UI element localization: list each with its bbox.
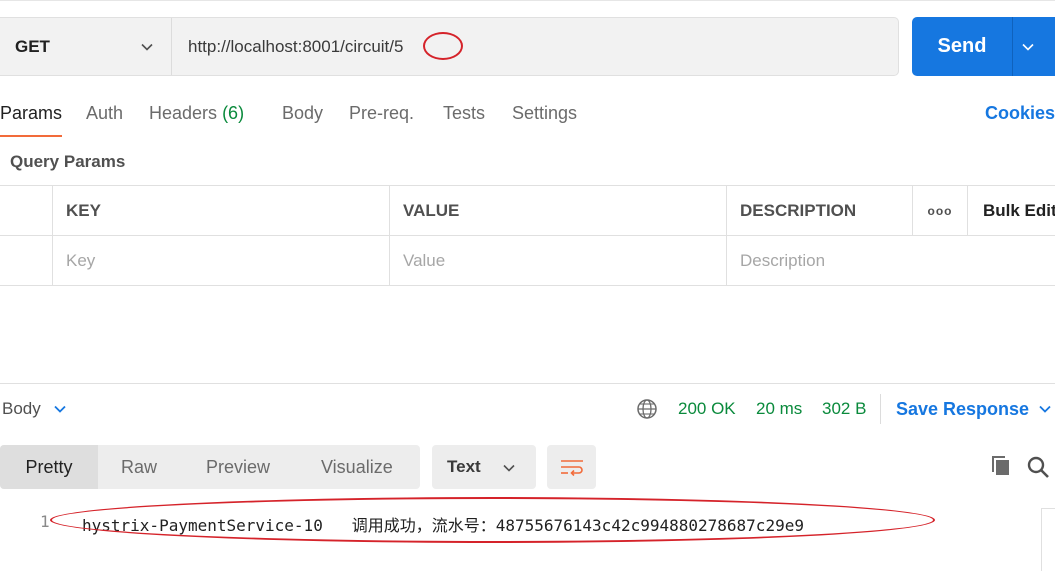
query-params-table: KEY VALUE DESCRIPTION ooo Bulk Edit Key …	[0, 185, 1055, 286]
tab-tests[interactable]: Tests	[443, 103, 485, 124]
globe-icon[interactable]	[636, 398, 658, 420]
key-input[interactable]: Key	[52, 236, 389, 286]
search-icon[interactable]	[1026, 455, 1050, 479]
tab-label: Headers	[149, 103, 218, 123]
response-time[interactable]: 20 ms	[756, 399, 802, 419]
line-number: 1	[40, 512, 50, 531]
table-header-row: KEY VALUE DESCRIPTION ooo Bulk Edit	[0, 186, 1055, 236]
chevron-down-icon	[141, 43, 153, 51]
tab-label: Settings	[512, 103, 578, 123]
ellipsis-icon: ooo	[927, 204, 953, 218]
divider	[880, 394, 881, 424]
request-bar: GET http://localhost:8001/circuit/5	[0, 17, 899, 76]
format-label: Text	[447, 457, 481, 476]
url-input[interactable]: http://localhost:8001/circuit/5	[172, 18, 898, 75]
table-row: Key Value Description	[0, 236, 1055, 286]
annotation-circle	[423, 32, 463, 60]
tab-label: Body	[282, 103, 324, 123]
save-response-button[interactable]: Save Response	[896, 399, 1029, 420]
wrap-lines-button[interactable]	[547, 445, 596, 489]
send-options-button[interactable]	[1013, 40, 1043, 54]
view-visualize[interactable]: Visualize	[321, 445, 393, 489]
send-button[interactable]: Send	[912, 17, 1055, 76]
response-divider[interactable]	[0, 383, 1055, 384]
tab-label: Auth	[86, 103, 124, 123]
column-header-key: KEY	[52, 186, 389, 236]
chevron-down-icon	[54, 405, 66, 413]
status-code[interactable]: 200 OK	[678, 399, 736, 419]
response-body-dropdown[interactable]: Body	[2, 399, 67, 419]
active-tab-indicator	[0, 135, 62, 137]
method-select[interactable]: GET	[0, 18, 172, 75]
response-view-tabs: Pretty Raw Preview Visualize	[0, 445, 420, 489]
send-label: Send	[937, 35, 987, 57]
tab-label: Pre-req.	[349, 103, 415, 123]
format-select[interactable]: Text	[432, 445, 536, 489]
tab-body[interactable]: Body	[282, 103, 323, 124]
tab-headers[interactable]: Headers (6)	[149, 103, 244, 124]
annotation-ellipse	[50, 497, 935, 543]
column-header-value: VALUE	[389, 186, 726, 236]
copy-icon[interactable]	[990, 455, 1012, 477]
tab-label: Params	[0, 103, 63, 123]
value-input[interactable]: Value	[389, 236, 726, 286]
description-input[interactable]: Description	[726, 236, 1055, 286]
wrap-icon	[560, 460, 583, 477]
response-size[interactable]: 302 B	[822, 399, 866, 419]
tab-settings[interactable]: Settings	[512, 103, 577, 124]
top-border	[0, 0, 1055, 4]
more-options-button[interactable]: ooo	[912, 186, 967, 236]
view-preview[interactable]: Preview	[206, 445, 270, 489]
request-tabs: Params Auth Headers (6) Body Pre-req. Te…	[0, 100, 1055, 138]
url-text: http://localhost:8001/circuit/5	[188, 36, 404, 56]
bulk-edit-button[interactable]: Bulk Edit	[967, 186, 1055, 236]
tab-params[interactable]: Params	[0, 103, 62, 124]
view-pretty[interactable]: Pretty	[0, 445, 98, 489]
tab-label: Tests	[443, 103, 486, 123]
chevron-down-icon	[1022, 43, 1034, 51]
tab-auth[interactable]: Auth	[86, 103, 123, 124]
tab-pre-request[interactable]: Pre-req.	[349, 103, 414, 124]
column-header-description: DESCRIPTION	[726, 186, 912, 236]
chevron-down-icon[interactable]	[1038, 402, 1052, 416]
view-raw[interactable]: Raw	[121, 445, 157, 489]
query-params-title: Query Params	[10, 152, 126, 171]
headers-count-badge: (6)	[222, 103, 245, 123]
minimap-edge	[1041, 508, 1055, 571]
chevron-down-icon	[503, 464, 515, 472]
cookies-link[interactable]: Cookies	[985, 103, 1055, 124]
method-label: GET	[15, 36, 50, 56]
response-body-label: Body	[2, 399, 41, 418]
